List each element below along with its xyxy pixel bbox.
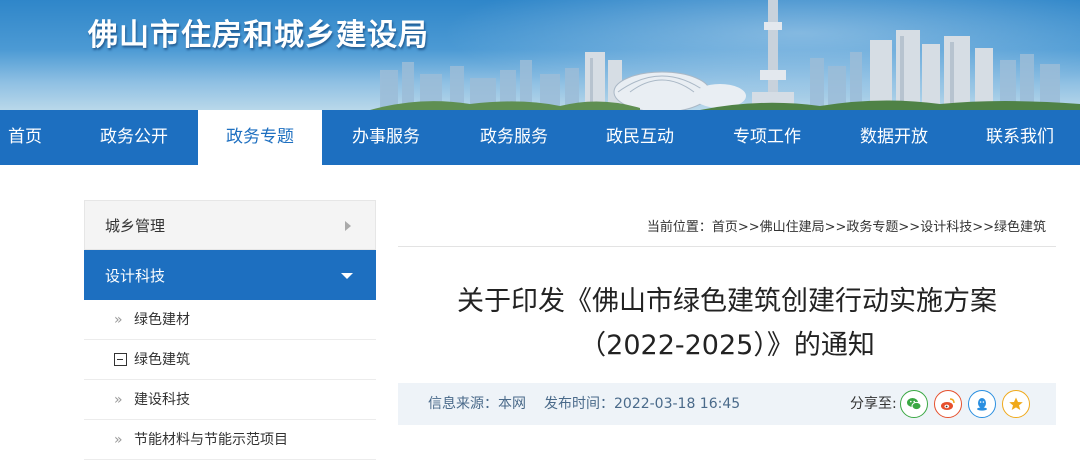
sidebar-item-label: 节能材料与节能示范项目 [134, 432, 288, 448]
sidebar-item-green-building[interactable]: 绿色建筑 [84, 340, 376, 380]
sidebar-item-green-materials[interactable]: » 绿色建材 [84, 300, 376, 340]
double-chevron-right-icon: » [114, 432, 123, 448]
sidebar-item-label: 绿色建筑 [134, 352, 190, 368]
share-qq-button[interactable] [968, 390, 996, 418]
nav-item-home[interactable]: 首页 [0, 110, 50, 165]
site-title[interactable]: 佛山市住房和城乡建设局 [88, 10, 429, 54]
sidebar-item-construction-tech[interactable]: » 建设科技 [84, 380, 376, 420]
article-meta-bar: 信息来源：本网 发布时间：2022-03-18 16:45 分享至: [398, 383, 1056, 425]
share-label: 分享至: [850, 396, 897, 412]
nav-item-gov-disclosure[interactable]: 政务公开 [72, 110, 196, 165]
breadcrumb: 当前位置：首页>>佛山住建局>>政务专题>>设计科技>>绿色建筑 [398, 210, 1046, 246]
chevron-right-icon [345, 221, 351, 231]
nav-item-special-work[interactable]: 专项工作 [705, 110, 829, 165]
article-title-line2: （2022-2025）》的通知 [579, 330, 875, 361]
qq-icon [977, 398, 987, 411]
nav-item-services[interactable]: 办事服务 [324, 110, 448, 165]
nav-item-contact[interactable]: 联系我们 [958, 110, 1080, 165]
article-title-line1: 关于印发《佛山市绿色建筑创建行动实施方案 [457, 286, 997, 317]
sidebar-section-label: 设计科技 [105, 267, 166, 285]
sidebar-section-design-tech[interactable]: 设计科技 [84, 250, 376, 300]
article-publish-time: 发布时间：2022-03-18 16:45 [544, 396, 741, 412]
sidebar-item-label: 绿色建材 [134, 312, 190, 328]
qzone-icon [1009, 397, 1023, 410]
nav-item-gov-services[interactable]: 政务服务 [452, 110, 576, 165]
sidebar-item-label: 建设科技 [134, 392, 190, 408]
double-chevron-right-icon: » [114, 312, 123, 328]
sidebar-item-energy-saving[interactable]: » 节能材料与节能示范项目 [84, 420, 376, 460]
breadcrumb-path[interactable]: 首页>>佛山住建局>>政务专题>>设计科技>>绿色建筑 [712, 220, 1046, 235]
sidebar: 城乡管理 设计科技 » 绿色建材 绿色建筑 » 建设科技 » 节能材料与节能示范… [84, 200, 376, 460]
weibo-icon [941, 398, 955, 410]
header-banner: 佛山市住房和城乡建设局 [0, 0, 1080, 110]
nav-item-open-data[interactable]: 数据开放 [832, 110, 956, 165]
article-source: 信息来源：本网 [428, 396, 526, 412]
nav-item-interaction[interactable]: 政民互动 [578, 110, 702, 165]
minus-square-icon [114, 353, 127, 366]
share-wechat-button[interactable] [900, 390, 928, 418]
sidebar-section-urban-management[interactable]: 城乡管理 [84, 200, 376, 250]
share-weibo-button[interactable] [934, 390, 962, 418]
sidebar-section-label: 城乡管理 [105, 217, 166, 235]
wechat-icon [907, 398, 922, 411]
breadcrumb-divider [398, 246, 1056, 247]
chevron-down-icon [341, 273, 353, 279]
double-chevron-right-icon: » [114, 392, 123, 408]
main-nav: 首页 政务公开 政务专题 办事服务 政务服务 政民互动 专项工作 数据开放 联系… [0, 110, 1080, 165]
nav-item-gov-topics[interactable]: 政务专题 [198, 110, 322, 165]
article-title: 关于印发《佛山市绿色建筑创建行动实施方案 （2022-2025）》的通知 [398, 280, 1056, 368]
breadcrumb-prefix: 当前位置： [646, 220, 712, 235]
share-qzone-button[interactable] [1002, 390, 1030, 418]
